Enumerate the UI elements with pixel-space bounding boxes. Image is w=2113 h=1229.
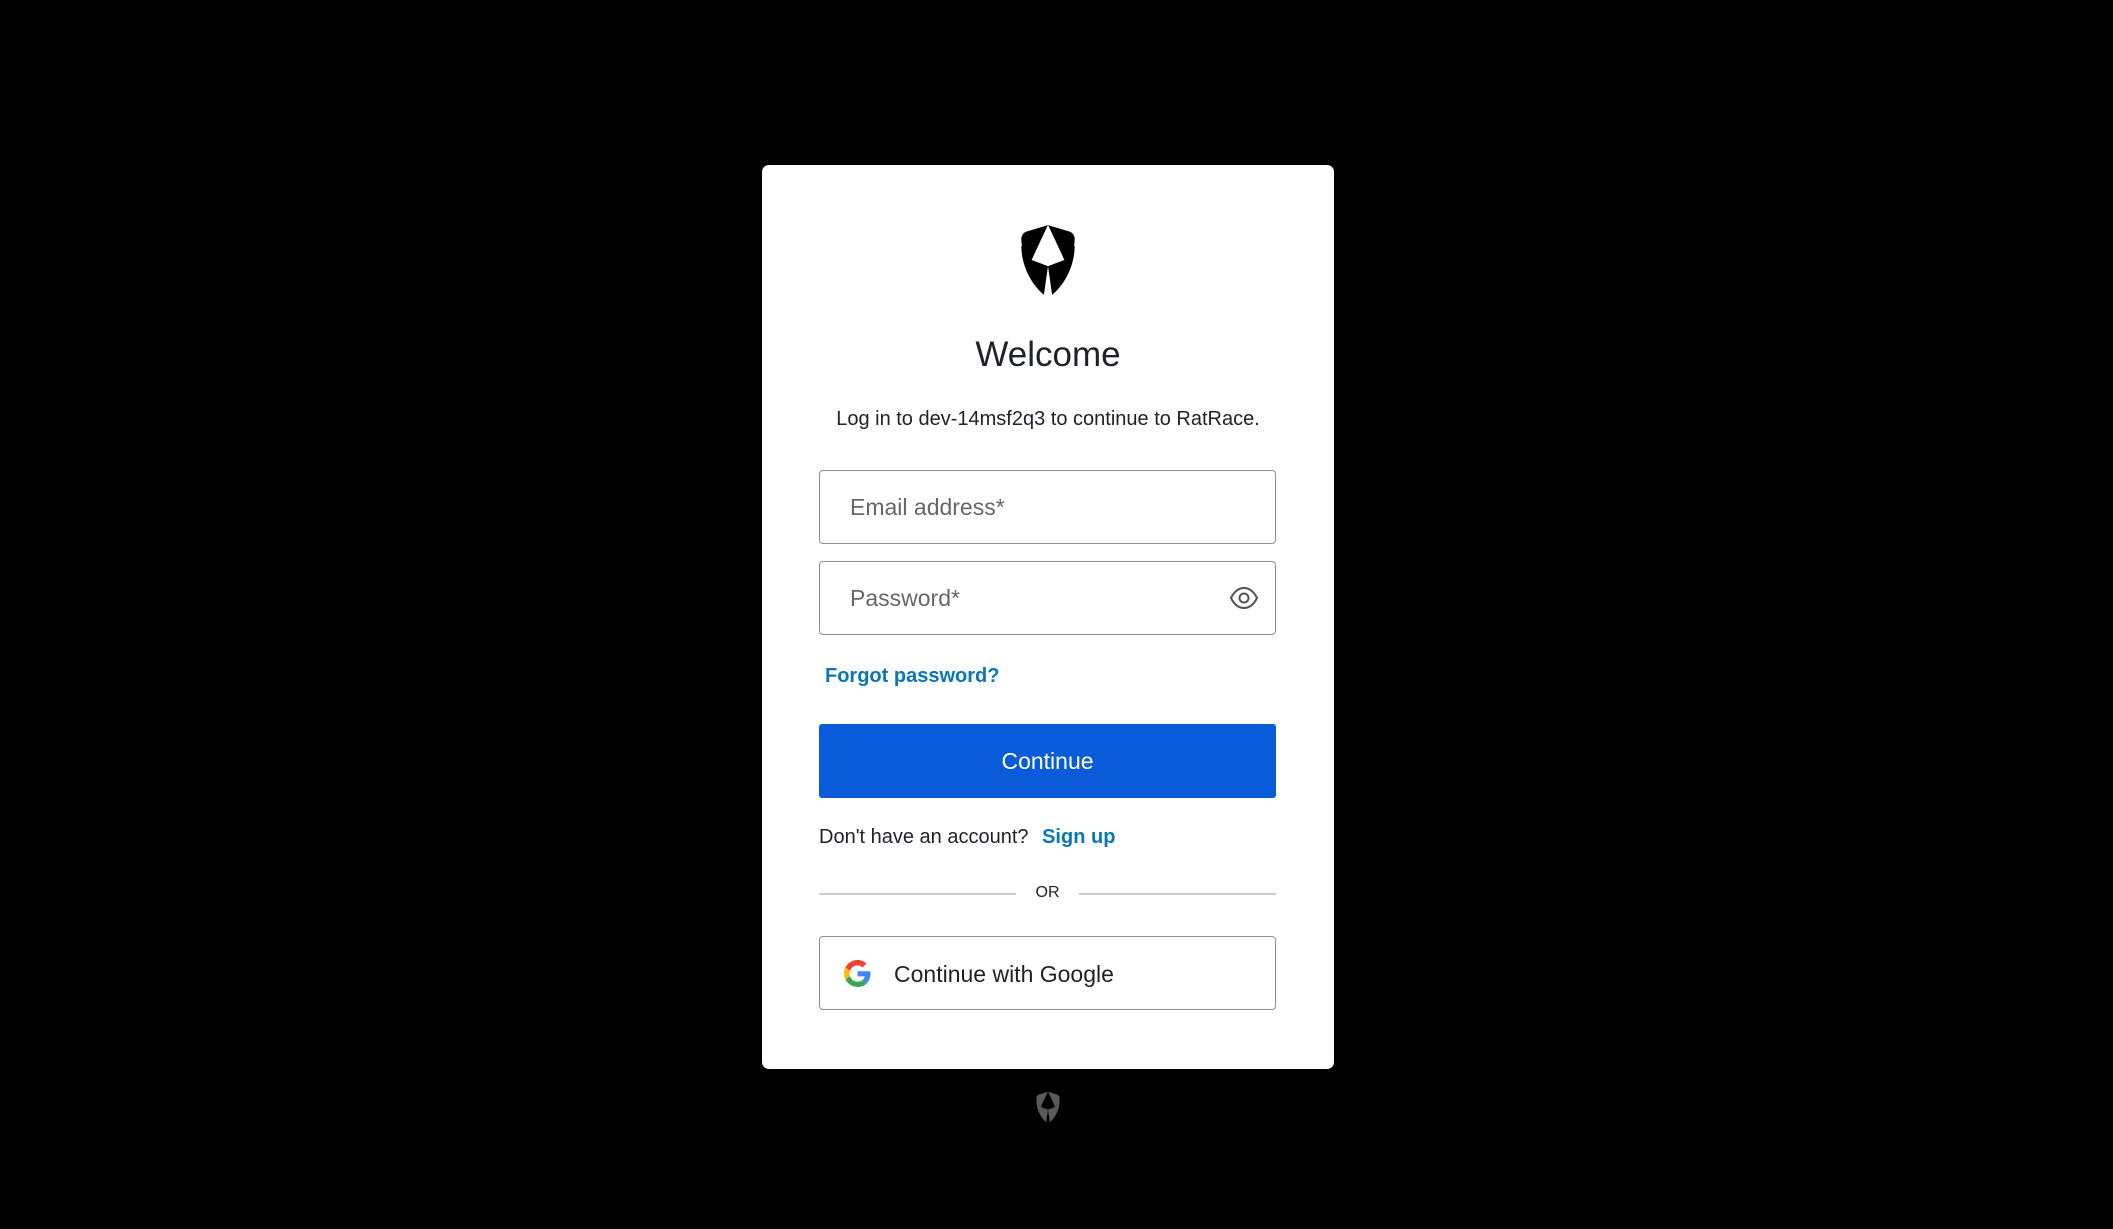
google-button-label: Continue with Google <box>894 961 1114 987</box>
password-field-container <box>819 561 1276 635</box>
password-field[interactable] <box>820 562 1275 634</box>
continue-with-google-button[interactable]: Continue with Google <box>819 936 1276 1010</box>
forgot-password-link[interactable]: Forgot password? <box>825 664 999 688</box>
continue-button[interactable]: Continue <box>819 724 1276 798</box>
eye-icon[interactable] <box>1229 585 1259 611</box>
signup-link[interactable]: Sign up <box>1042 826 1115 848</box>
google-g-icon <box>844 960 871 987</box>
login-card: Welcome Log in to dev-14msf2q3 to contin… <box>762 165 1334 1069</box>
page-subtitle: Log in to dev-14msf2q3 to continue to Ra… <box>836 408 1260 430</box>
page-title: Welcome <box>975 335 1121 374</box>
divider-line-right <box>1079 893 1276 895</box>
signup-row: Don't have an account? Sign up <box>819 825 1115 849</box>
footer-shield-icon <box>1036 1091 1060 1123</box>
or-divider: OR <box>1035 884 1060 901</box>
divider-line-left <box>819 893 1016 895</box>
login-page: Welcome Log in to dev-14msf2q3 to contin… <box>0 0 2113 1229</box>
email-field-container <box>819 470 1276 544</box>
email-field[interactable] <box>820 471 1275 543</box>
shield-logo-icon <box>1021 225 1075 295</box>
signup-prompt: Don't have an account? <box>819 826 1029 848</box>
